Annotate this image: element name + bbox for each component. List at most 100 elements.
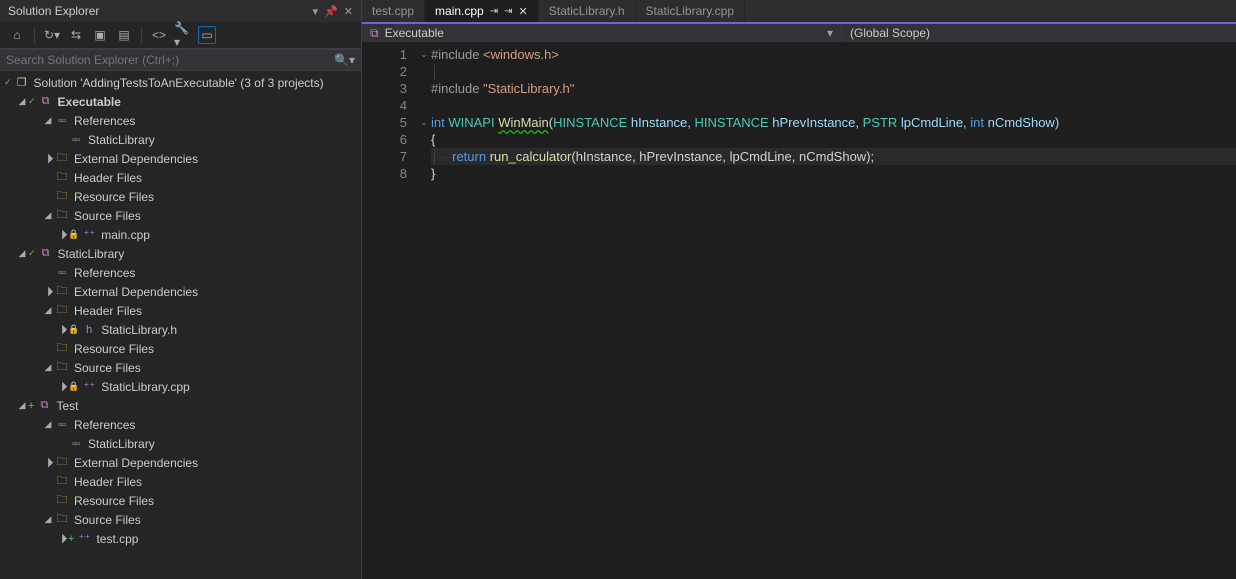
reference-item[interactable]: ▫▫ StaticLibrary [0, 130, 361, 149]
close-icon[interactable]: ✕ [344, 5, 353, 18]
chevron-down-icon[interactable]: ◢ [42, 305, 54, 316]
project-icon: ⧉ [38, 94, 54, 110]
folder-node[interactable]: ◢ 🗀 Header Files [0, 472, 361, 491]
search-input[interactable] [6, 53, 330, 67]
solution-explorer-panel: Solution Explorer ▾ 📌 ✕ ⌂ ↻▾ ⇆ ▣ ▤ <> 🔧▾… [0, 0, 362, 579]
tree-label: main.cpp [101, 228, 150, 242]
tab-label: main.cpp [435, 4, 484, 18]
panel-header: Solution Explorer ▾ 📌 ✕ [0, 0, 361, 22]
line-number: 6 [362, 131, 407, 148]
pin-icon[interactable]: ⇥ [504, 6, 512, 17]
tab-label: StaticLibrary.cpp [646, 4, 734, 18]
folder-node[interactable]: ◢ 🗀 Resource Files [0, 339, 361, 358]
file-node[interactable]: ◢ 🔒 h StaticLibrary.h [0, 320, 361, 339]
reference-item[interactable]: ▫▫ StaticLibrary [0, 434, 361, 453]
fold-toggle[interactable]: ⌄ [417, 46, 431, 63]
refresh-icon[interactable]: ↻▾ [43, 26, 61, 44]
close-icon[interactable]: ✕ [519, 5, 528, 18]
folder-node[interactable]: ◢ 🗀 Source Files [0, 510, 361, 529]
solution-label: Solution 'AddingTestsToAnExecutable' (3 … [34, 76, 324, 90]
reference-icon: ▫▫ [68, 132, 84, 148]
panel-search[interactable]: 🔍▾ [0, 49, 361, 71]
folder-node[interactable]: ◢ 🗀 Header Files [0, 168, 361, 187]
chevron-down-icon[interactable]: ◢ [16, 400, 28, 411]
external-deps-node[interactable]: ◢ 🗀 External Dependencies [0, 149, 361, 168]
chevron-down-icon[interactable]: ◢ [16, 248, 28, 259]
file-node[interactable]: ◢ 🔒 ⁺⁺ main.cpp [0, 225, 361, 244]
nav-scope-label: (Global Scope) [850, 26, 930, 40]
tree-label: External Dependencies [74, 152, 198, 166]
code-line: #include "StaticLibrary.h" [431, 80, 1236, 97]
show-all-icon[interactable]: ▤ [115, 26, 133, 44]
file-node[interactable]: ◢ 🔒 ⁺⁺ StaticLibrary.cpp [0, 377, 361, 396]
dropdown-icon[interactable]: ▾ [313, 5, 319, 18]
references-node[interactable]: ◢ ▫▫ References [0, 415, 361, 434]
collapse-icon[interactable]: ▣ [91, 26, 109, 44]
code-line: int WINAPI WinMain(HINSTANCE hInstance, … [431, 114, 1236, 131]
line-number: 7 [362, 148, 407, 165]
folder-icon: 🗀 [54, 493, 70, 509]
tree-label: StaticLibrary.h [101, 323, 177, 337]
tree-label: Source Files [74, 513, 141, 527]
sync-icon[interactable]: ⇆ [67, 26, 85, 44]
chevron-down-icon[interactable]: ◢ [42, 210, 54, 221]
chevron-down-icon[interactable]: ◢ [42, 419, 54, 430]
tree-label: Header Files [74, 475, 142, 489]
chevron-down-icon[interactable]: ◢ [16, 96, 28, 107]
tree-label: Header Files [74, 171, 142, 185]
tree-label: External Dependencies [74, 285, 198, 299]
code-icon[interactable]: <> [150, 26, 168, 44]
references-icon: ▫▫ [54, 113, 70, 129]
tree-label: Source Files [74, 209, 141, 223]
code-editor[interactable]: 1 2 3 4 5 6 7 8 ⌄ ⌄ #include <windows.h>… [362, 42, 1236, 579]
line-number: 4 [362, 97, 407, 114]
solution-tree[interactable]: ✓ ❐ Solution 'AddingTestsToAnExecutable'… [0, 71, 361, 579]
tab-staticlibrary-h[interactable]: StaticLibrary.h [539, 0, 636, 22]
references-node[interactable]: ◢ ▫▫ References [0, 111, 361, 130]
tab-test-cpp[interactable]: test.cpp [362, 0, 425, 22]
solution-node[interactable]: ✓ ❐ Solution 'AddingTestsToAnExecutable'… [0, 73, 361, 92]
pin-icon[interactable]: ⇥ [490, 6, 498, 17]
home-icon[interactable]: ⌂ [8, 26, 26, 44]
code-line: │ [431, 63, 1236, 80]
folder-node[interactable]: ◢ 🗀 Resource Files [0, 187, 361, 206]
tree-label: Header Files [74, 304, 142, 318]
project-label: Test [56, 399, 78, 413]
code-content[interactable]: #include <windows.h> │ #include "StaticL… [431, 42, 1236, 579]
folder-icon: 🗀 [54, 151, 70, 167]
folder-node[interactable]: ◢ 🗀 Source Files [0, 358, 361, 377]
project-label: Executable [58, 95, 121, 109]
navigation-bar: ⧉ Executable ▾ (Global Scope) [362, 22, 1236, 42]
references-icon: ▫▫ [54, 417, 70, 433]
preview-icon[interactable]: ▭ [198, 26, 216, 44]
folder-icon: 🗀 [54, 170, 70, 186]
folder-node[interactable]: ◢ 🗀 Header Files [0, 301, 361, 320]
tab-label: test.cpp [372, 4, 414, 18]
fold-gutter: ⌄ ⌄ [417, 42, 431, 579]
chevron-down-icon[interactable]: ◢ [42, 115, 54, 126]
project-node-staticlibrary[interactable]: ◢ ✓ ⧉ StaticLibrary [0, 244, 361, 263]
external-deps-node[interactable]: ◢ 🗀 External Dependencies [0, 282, 361, 301]
project-node-executable[interactable]: ◢ ✓ ⧉ Executable [0, 92, 361, 111]
folder-node[interactable]: ◢ 🗀 Source Files [0, 206, 361, 225]
tab-main-cpp[interactable]: main.cpp ⇥ ⇥ ✕ [425, 0, 539, 22]
check-icon: ✓ [28, 248, 36, 259]
references-node[interactable]: ◢ ▫▫ References [0, 263, 361, 282]
fold-toggle[interactable]: ⌄ [417, 114, 431, 131]
search-icon[interactable]: 🔍▾ [334, 53, 355, 67]
nav-scope-dropdown[interactable]: (Global Scope) [842, 26, 1236, 40]
file-node[interactable]: ◢ + ⁺⁺ test.cpp [0, 529, 361, 548]
project-node-test[interactable]: ◢ + ⧉ Test [0, 396, 361, 415]
chevron-down-icon[interactable]: ◢ [42, 362, 54, 373]
project-icon: ⧉ [38, 246, 54, 262]
h-file-icon: h [81, 322, 97, 338]
tab-staticlibrary-cpp[interactable]: StaticLibrary.cpp [636, 0, 745, 22]
cpp-file-icon: ⁺⁺ [81, 227, 97, 243]
chevron-down-icon[interactable]: ◢ [42, 514, 54, 525]
pin-icon[interactable]: 📌 [324, 5, 338, 18]
tree-label: References [74, 114, 135, 128]
properties-icon[interactable]: 🔧▾ [174, 26, 192, 44]
nav-project-dropdown[interactable]: ⧉ Executable ▾ [362, 26, 842, 41]
external-deps-node[interactable]: ◢ 🗀 External Dependencies [0, 453, 361, 472]
folder-node[interactable]: ◢ 🗀 Resource Files [0, 491, 361, 510]
